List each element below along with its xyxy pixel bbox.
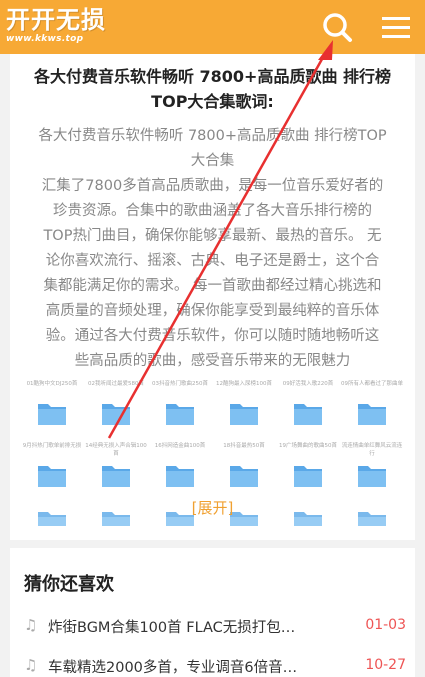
folder-tile[interactable]: 16抖网造金曲100首 (148, 442, 212, 491)
expand-link[interactable]: [展开] (10, 497, 415, 518)
recommend-item[interactable]: ♫ 炸街BGM合集100首 FLAC无损打包… 01-03 (24, 612, 406, 640)
folder-label: 01酷狗中文DJ250首 (26, 381, 78, 387)
search-button[interactable] (320, 10, 354, 44)
menu-button[interactable] (380, 12, 412, 42)
article-title: 各大付费音乐软件畅听 7800+高品质歌曲 排行榜 TOP大合集歌词: (10, 64, 415, 114)
folder-label: 18抖音最热50首 (223, 443, 265, 449)
folder-tile[interactable]: 流连情曲单红舞风云流连行 (340, 442, 404, 491)
folder-tile[interactable]: 18抖音最热50首 (212, 442, 276, 491)
folder-label: 16抖网造金曲100首 (154, 443, 206, 449)
music-note-icon: ♫ (24, 616, 38, 634)
top-header: 开开无损 www.kkws.top (0, 0, 425, 54)
folder-tile[interactable]: 09所有人都看过了那曲单 (340, 380, 404, 429)
folder-icon (358, 404, 386, 425)
body-line: 各大付费音乐软件畅听 7800+高品质歌曲 排行榜TOP (38, 128, 387, 144)
folder-label: 14经典无损入声合辑100首 (85, 443, 147, 457)
body-line: 论你喜欢流行、摇滚、古典、电子还是爵士，这个合 (45, 253, 380, 269)
body-line: TOP热门曲目，确保你能够享最新、最热的音乐。 无 (43, 228, 382, 244)
logo-url: www.kkws.top (6, 34, 84, 44)
folder-label: 流连情曲单红舞风云流连行 (341, 443, 403, 457)
body-line: 汇集了7800多首高品质歌曲，是每一位音乐爱好者的 (41, 178, 384, 194)
recommend-heading: 猜你还喜欢 (24, 574, 114, 595)
folder-icon (294, 404, 322, 425)
folder-tile[interactable]: 01酷狗中文DJ250首 (20, 380, 84, 429)
folder-tile[interactable]: 9月抖热门歌单前排无损 (20, 442, 84, 491)
folder-tile[interactable]: 09好活我入歌220首 (276, 380, 340, 429)
site-logo[interactable]: 开开无损 www.kkws.top (6, 6, 106, 44)
body-line: 高质量的音频处理，确保你能享受到最纯粹的音乐体 (45, 303, 380, 319)
folder-icon (102, 404, 130, 425)
folder-icon (230, 466, 258, 487)
recommend-item-date: 01-03 (365, 617, 406, 633)
recommend-section: 猜你还喜欢 ♫ 炸街BGM合集100首 FLAC无损打包… 01-03 ♫ 车载… (10, 548, 415, 677)
folder-tile[interactable]: 14经典无损入声合辑100首 (84, 442, 148, 491)
folder-icon (230, 404, 258, 425)
recommend-item[interactable]: ♫ 车载精选2000多首，专业调音6倍音… 10-27 (24, 652, 406, 677)
folder-icon (102, 466, 130, 487)
music-note-icon: ♫ (24, 656, 38, 674)
folder-icon (358, 466, 386, 487)
folder-label: 09好活我入歌220首 (282, 381, 334, 387)
folder-label: 12酷狗最入尿榜100首 (216, 381, 272, 387)
body-line: 集都能满足你的需求。 每一首歌曲都经过精心挑选和 (43, 278, 382, 294)
folder-tile[interactable]: 19广场舞曲的歌曲50首 (276, 442, 340, 491)
article-body: 各大付费音乐软件畅听 7800+高品质歌曲 排行榜TOP 大合集 汇集了7800… (10, 124, 415, 374)
folder-label: 03抖音热门歌曲250首 (152, 381, 208, 387)
logo-text: 开开无损 (6, 6, 106, 34)
body-line: 验。通过各大付费音乐软件，你可以随时随地畅听这 (45, 328, 380, 344)
folder-tile[interactable]: 12酷狗最入尿榜100首 (212, 380, 276, 429)
folder-tile[interactable]: 03抖音热门歌曲250首 (148, 380, 212, 429)
folder-label: 02我听闻过最爱580首 (88, 381, 144, 387)
recommend-item-title[interactable]: 炸街BGM合集100首 FLAC无损打包… (48, 616, 338, 637)
search-icon (323, 13, 352, 42)
folder-label: 19广场舞曲的歌曲50首 (279, 443, 337, 449)
folder-icon (38, 466, 66, 487)
body-line: 珍贵资源。合集中的歌曲涵盖了各大音乐排行榜的 (53, 203, 372, 219)
folder-icon (38, 404, 66, 425)
body-line: 些高品质的歌曲，感受音乐带来的无限魅力 (74, 353, 351, 369)
folder-icon (166, 404, 194, 425)
folder-icon (166, 466, 194, 487)
folder-icon (294, 466, 322, 487)
recommend-item-title[interactable]: 车载精选2000多首，专业调音6倍音… (48, 656, 338, 677)
hamburger-menu-icon (382, 17, 410, 38)
folder-tile[interactable]: 02我听闻过最爱580首 (84, 380, 148, 429)
article-card: 各大付费音乐软件畅听 7800+高品质歌曲 排行榜 TOP大合集歌词: 各大付费… (10, 54, 415, 540)
article-title-line1: 各大付费音乐软件畅听 7800+高品质歌曲 排行榜 (33, 67, 392, 86)
article-title-line2: TOP大合集歌词: (151, 92, 274, 111)
recommend-item-date: 10-27 (365, 657, 406, 673)
folder-label: 9月抖热门歌单前排无损 (22, 443, 82, 449)
folder-label: 09所有人都看过了那曲单 (341, 381, 403, 387)
body-line: 大合集 (190, 153, 235, 169)
